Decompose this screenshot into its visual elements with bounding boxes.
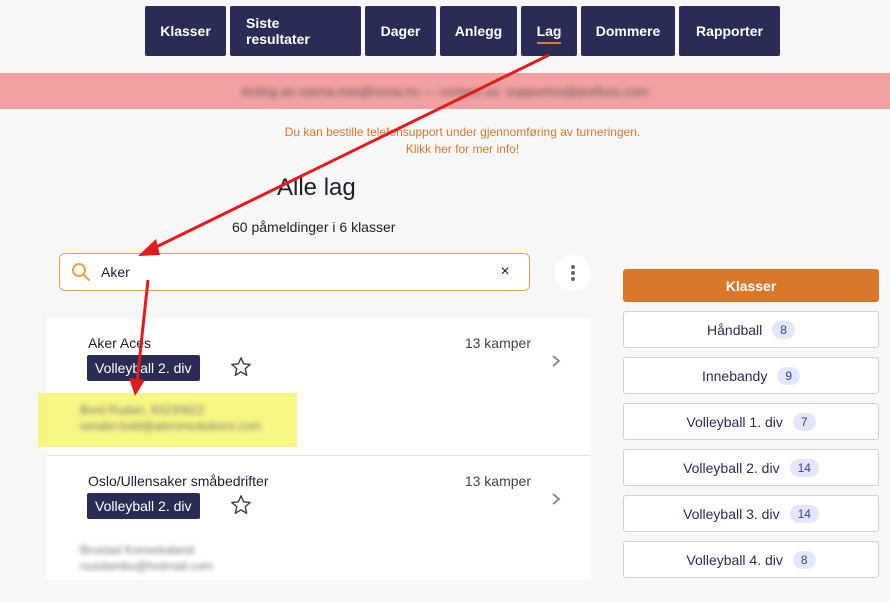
class-label: Håndball — [707, 321, 763, 338]
classes-header: Klasser — [623, 269, 879, 302]
search-input[interactable] — [99, 263, 493, 281]
acting-as-banner: Acting as navna.noe@nona.no — contact us… — [0, 73, 890, 109]
class-item-handball[interactable]: Håndball 8 — [623, 311, 879, 348]
notice-link[interactable]: Klikk her for mer info! — [0, 141, 890, 158]
class-item-volleyball-1-div[interactable]: Volleyball 1. div 7 — [623, 403, 879, 440]
class-label: Volleyball 2. div — [683, 459, 780, 476]
contact-name: Brustad Konsekaland — [80, 543, 195, 557]
class-item-volleyball-3-div[interactable]: Volleyball 3. div 14 — [623, 495, 879, 532]
class-label: Innebandy — [701, 367, 768, 384]
nav-dager[interactable]: Dager — [365, 6, 436, 56]
more-options-button[interactable] — [555, 255, 591, 291]
nav-klasser[interactable]: Klasser — [145, 6, 226, 56]
team-contact: Brustad Konsekaland nusdambu@hotmail.com — [80, 542, 213, 574]
class-count-badge: 8 — [772, 320, 795, 339]
clear-search-icon[interactable]: × — [493, 263, 517, 281]
nav-rapporter[interactable]: Rapporter — [679, 6, 780, 56]
nav-lag[interactable]: Lag — [521, 6, 577, 56]
class-count-badge: 14 — [789, 504, 819, 523]
contact-email: sender.bold@aleronsolutions.com — [80, 419, 261, 433]
page-subtitle: 60 påmeldinger i 6 klasser — [232, 219, 396, 235]
class-item-volleyball-4-div[interactable]: Volleyball 4. div 8 — [623, 541, 879, 578]
team-card[interactable]: Oslo/Ullensaker småbedrifter 13 kamper V… — [47, 455, 591, 580]
class-label: Volleyball 1. div — [686, 413, 783, 430]
class-item-innebandy[interactable]: Innebandy 9 — [623, 357, 879, 394]
class-count-badge: 8 — [792, 550, 816, 569]
class-count-badge: 9 — [777, 366, 801, 385]
contact-name: Bord Rudan, 93230822 — [80, 403, 205, 417]
team-card-contact-layer: Bord Rudan, 93230822 sender.bold@alerons… — [47, 318, 591, 454]
search-icon — [72, 263, 90, 281]
support-notice[interactable]: Du kan bestille telefonsupport under gje… — [0, 124, 890, 158]
page-title: Alle lag — [277, 174, 356, 201]
class-label: Volleyball 4. div — [686, 551, 783, 568]
vertical-dots-icon — [571, 265, 575, 281]
contact-email: nusdambu@hotmail.com — [80, 559, 213, 573]
notice-line: Du kan bestille telefonsupport under gje… — [284, 125, 641, 139]
match-count: 13 kamper — [464, 473, 531, 489]
class-count-badge: 14 — [789, 458, 819, 477]
team-contact: Bord Rudan, 93230822 sender.bold@alerons… — [80, 402, 261, 434]
nav-siste-resultater[interactable]: Siste resultater — [230, 6, 361, 56]
banner-text: Acting as navna.noe@nona.no — contact us… — [241, 83, 649, 99]
team-name: Oslo/Ullensaker småbedrifter — [88, 473, 269, 489]
class-item-volleyball-2-div[interactable]: Volleyball 2. div 14 — [623, 449, 879, 486]
class-label: Volleyball 3. div — [683, 505, 780, 522]
class-count-badge: 7 — [792, 412, 816, 431]
star-icon[interactable] — [230, 494, 252, 516]
chevron-right-icon[interactable] — [551, 492, 561, 506]
division-badge: Volleyball 2. div — [87, 493, 200, 519]
top-nav: Klasser Siste resultater Dager Anlegg La… — [145, 6, 780, 56]
nav-anlegg[interactable]: Anlegg — [440, 6, 517, 56]
nav-dommere[interactable]: Dommere — [581, 6, 675, 56]
team-search: × — [59, 253, 530, 291]
